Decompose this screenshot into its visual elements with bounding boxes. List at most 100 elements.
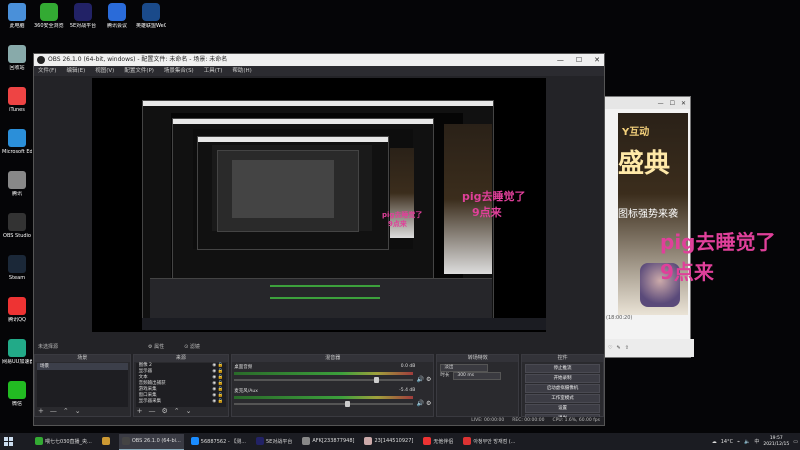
source-settings-button[interactable]: ⚙: [162, 407, 168, 416]
like-icon[interactable]: ♡: [608, 345, 612, 351]
system-tray: ☁ 14°C ⌁ 🔈 中 19:57 2021/12/15 ▭: [712, 433, 798, 450]
taskbar-app[interactable]: 56887562 - 【测...: [188, 434, 249, 449]
taskbar-app[interactable]: 喂七七030直播_央...: [32, 434, 95, 449]
taskbar-app-label: 5E对战平台: [266, 438, 293, 445]
transition-select[interactable]: 淡出: [440, 364, 489, 372]
menu-item[interactable]: 配置文件(P): [124, 66, 154, 76]
remove-source-button[interactable]: —: [149, 407, 156, 416]
scene-item[interactable]: 场景: [37, 363, 128, 370]
app-icon: [121, 437, 130, 445]
minimize-icon[interactable]: —: [658, 100, 664, 107]
volume-icon[interactable]: 🔈: [744, 439, 750, 445]
control-button[interactable]: 启动虚拟摄像机: [525, 384, 600, 393]
duration-input[interactable]: 300 ms: [453, 372, 502, 380]
control-button[interactable]: 停止推流: [525, 364, 600, 373]
desktop-icon[interactable]: Microsoft Edge: [2, 129, 32, 167]
taskbar-app[interactable]: 无他伴侣: [420, 434, 456, 449]
close-icon[interactable]: ✕: [681, 100, 686, 107]
app-icon: [8, 45, 26, 63]
channel-name: 麦克风/Aux: [234, 389, 258, 394]
gear-icon[interactable]: ⚙: [426, 400, 431, 407]
speaker-icon[interactable]: 🔊: [417, 400, 424, 407]
desktop-icon[interactable]: 回收站: [2, 45, 32, 83]
desktop-icon[interactable]: 腾讯QQ: [2, 297, 32, 335]
app-icon: [8, 171, 26, 189]
maximize-icon[interactable]: ☐: [670, 100, 675, 107]
source-item[interactable]: 显示器采集 ◉ 🔒: [136, 399, 227, 405]
desktop-icon-label: 回收站: [9, 65, 25, 71]
desktop-icon[interactable]: 5E对战平台: [68, 2, 98, 40]
menu-item[interactable]: 视图(V): [95, 66, 114, 76]
obs-window[interactable]: OBS 26.1.0 (64-bit, windows) - 配置文件: 未命名…: [33, 53, 605, 426]
gear-icon[interactable]: ⚙: [426, 376, 431, 383]
taskbar-app[interactable]: 아청무안 방재점 (...: [460, 434, 518, 449]
clock[interactable]: 19:57 2021/12/15: [763, 436, 789, 448]
menu-item[interactable]: 文件(F): [38, 66, 56, 76]
app-icon: [8, 381, 26, 399]
desktop-icon[interactable]: 网易UU加速器: [2, 339, 32, 377]
desktop-icon[interactable]: 360安全浏览器: [34, 2, 64, 40]
volume-slider[interactable]: [234, 377, 414, 383]
desktop-icon[interactable]: 腾讯会议: [102, 2, 132, 40]
taskbar-app[interactable]: [99, 434, 115, 449]
level-meter: [234, 372, 414, 375]
desktop-icon[interactable]: 腾讯: [2, 171, 32, 209]
control-button[interactable]: 工作室模式: [525, 394, 600, 403]
slider-handle[interactable]: [345, 401, 351, 407]
scenes-list: 场景: [37, 363, 128, 407]
notification-icon[interactable]: ▭: [793, 439, 798, 445]
volume-slider[interactable]: [234, 401, 414, 407]
banner-line1: Y互动: [622, 127, 650, 138]
desktop-icon[interactable]: 此电脑: [2, 3, 32, 41]
close-button[interactable]: ✕: [594, 54, 600, 66]
menu-item[interactable]: 场景集合(S): [164, 66, 194, 76]
add-scene-button[interactable]: +: [38, 407, 44, 416]
browser-timestamp: (18:00:20): [606, 315, 633, 321]
desktop: 此电脑回收站 iTunes Microsoft Edge 腾讯 OBS Studio St…: [0, 0, 800, 433]
visibility-icon[interactable]: ◉ 🔒: [212, 399, 223, 405]
remove-scene-button[interactable]: —: [50, 407, 57, 416]
browser-bottom-bar: ♡ ✎ ⇧: [604, 339, 694, 357]
desktop-icon[interactable]: OBS Studio: [2, 213, 32, 251]
properties-button[interactable]: ⚙ 属性: [148, 342, 164, 352]
menu-item[interactable]: 编辑(E): [66, 66, 85, 76]
taskbar-app[interactable]: 5E对战平台: [253, 434, 295, 449]
minimize-button[interactable]: —: [557, 54, 564, 66]
taskbar-app[interactable]: AFK[233877948]: [299, 434, 357, 449]
app-icon: [364, 437, 373, 445]
network-icon[interactable]: ⌁: [737, 439, 740, 445]
menu-item[interactable]: 帮助(H): [232, 66, 251, 76]
transition-type-row: 淡出: [437, 364, 518, 372]
browser-titlebar[interactable]: — ☐ ✕: [604, 97, 690, 109]
start-button[interactable]: [0, 433, 16, 450]
app-icon: [8, 3, 26, 21]
speaker-icon[interactable]: 🔊: [417, 376, 424, 383]
control-button[interactable]: 设置: [525, 404, 600, 413]
filters-button[interactable]: ⊙ 滤镜: [184, 342, 200, 352]
move-down-button[interactable]: ⌄: [186, 407, 192, 416]
maximize-button[interactable]: ☐: [576, 54, 582, 66]
control-button[interactable]: 开始录制: [525, 374, 600, 383]
move-down-button[interactable]: ⌄: [75, 407, 81, 416]
obs-titlebar[interactable]: OBS 26.1.0 (64-bit, windows) - 配置文件: 未命名…: [34, 54, 604, 66]
weather-temp[interactable]: 14°C: [721, 439, 733, 445]
app-icon: [8, 87, 26, 105]
desktop-icon[interactable]: 微信: [2, 381, 32, 419]
desktop-icon[interactable]: 英雄联盟WeGame版: [136, 2, 166, 40]
move-up-button[interactable]: ⌃: [174, 407, 180, 416]
input-language[interactable]: 中: [754, 438, 759, 445]
taskbar-app[interactable]: OBS 26.1.0 (64-bi...: [118, 433, 184, 450]
taskbar-app-label: 아청무안 방재점 (...: [473, 438, 516, 445]
desktop-icon[interactable]: Steam: [2, 255, 32, 293]
menu-item[interactable]: 工具(T): [204, 66, 223, 76]
weather-icon[interactable]: ☁: [712, 439, 717, 445]
add-source-button[interactable]: +: [137, 407, 143, 416]
move-up-button[interactable]: ⌃: [63, 407, 69, 416]
share-icon[interactable]: ⇧: [625, 345, 629, 351]
desktop-icon[interactable]: iTunes: [2, 87, 32, 125]
comment-icon[interactable]: ✎: [616, 345, 620, 351]
preview-canvas[interactable]: pig去睡觉了 9点来 pig去睡觉了 9点来: [92, 78, 546, 332]
taskbar-app[interactable]: 23[144510927]: [361, 434, 416, 449]
slider-handle[interactable]: [373, 377, 379, 383]
source-toolbar: 未选择源 ⚙ 属性 ⊙ 滤镜: [34, 342, 608, 352]
